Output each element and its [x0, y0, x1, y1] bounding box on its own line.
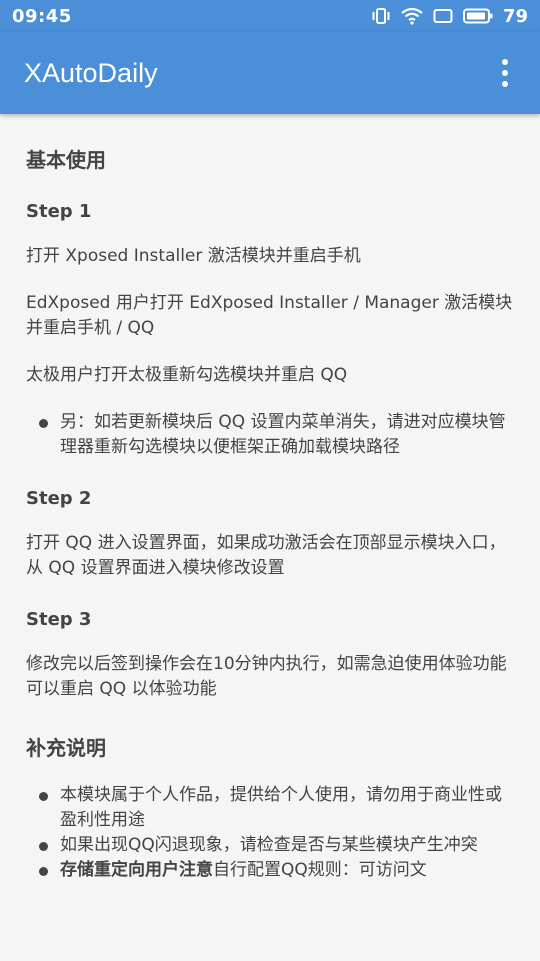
step2-paragraph-1: 打开 QQ 进入设置界面，如果成功激活会在顶部显示模块入口，从 QQ 设置界面进… [26, 533, 506, 578]
section-title-basic-usage: 基本使用 [26, 148, 106, 172]
status-icons: 79 [371, 6, 528, 27]
list-item: 另：如若更新模块后 QQ 设置内菜单消失，请进对应模块管理器重新勾选模块以便框架… [26, 410, 514, 460]
bullet-dot [26, 833, 60, 858]
bullet-dot [26, 783, 60, 833]
step1-bullet-list: 另：如若更新模块后 QQ 设置内菜单消失，请进对应模块管理器重新勾选模块以便框架… [26, 410, 514, 460]
bullet-text: 如果出现QQ闪退现象，请检查是否与某些模块产生冲突 [60, 835, 478, 855]
step1-paragraph-2: EdXposed 用户打开 EdXposed Installer / Manag… [26, 293, 513, 338]
bullet-rest-text: 自行配置QQ规则：可访问文 [213, 860, 427, 880]
status-bar: 09:45 79 [0, 0, 540, 32]
battery-percent: 79 [502, 5, 528, 27]
app-bar: XAutoDaily [0, 32, 540, 114]
content: 基本使用 Step 1 打开 Xposed Installer 激活模块并重启手… [0, 114, 540, 961]
bullet-dot [26, 410, 60, 460]
step3-paragraph-1: 修改完以后签到操作会在10分钟内执行，如需急迫使用体验功能可以重启 QQ 以体验… [26, 654, 507, 699]
bullet-bold-text: 存储重定向用户注意 [60, 860, 213, 880]
bullet-dot [26, 858, 60, 883]
step1-paragraph-1: 打开 Xposed Installer 激活模块并重启手机 [26, 246, 361, 266]
bullet-text: 另：如若更新模块后 QQ 设置内菜单消失，请进对应模块管理器重新勾选模块以便框架… [60, 412, 506, 457]
battery-icon [462, 8, 493, 24]
notes-bullet-list: 本模块属于个人作品，提供给个人使用，请勿用于商业性或盈利性用途 如果出现QQ闪退… [26, 783, 514, 883]
wifi-icon [401, 7, 423, 25]
list-item: 存储重定向用户注意自行配置QQ规则：可访问文 [26, 858, 514, 883]
more-options-icon[interactable] [492, 53, 518, 93]
step2-label: Step 2 [26, 488, 92, 509]
app-title: XAutoDaily [24, 57, 158, 88]
step1-label: Step 1 [26, 201, 92, 222]
list-item: 如果出现QQ闪退现象，请检查是否与某些模块产生冲突 [26, 833, 514, 858]
status-time: 09:45 [12, 5, 72, 27]
step3-label: Step 3 [26, 609, 92, 630]
step1-paragraph-3: 太极用户打开太极重新勾选模块并重启 QQ [26, 365, 348, 385]
screen-icon [433, 8, 453, 24]
bullet-text: 存储重定向用户注意自行配置QQ规则：可访问文 [60, 858, 514, 883]
list-item: 本模块属于个人作品，提供给个人使用，请勿用于商业性或盈利性用途 [26, 783, 514, 833]
vibrate-icon [371, 7, 391, 25]
bullet-text: 本模块属于个人作品，提供给个人使用，请勿用于商业性或盈利性用途 [60, 785, 502, 830]
section-title-notes: 补充说明 [26, 736, 106, 760]
